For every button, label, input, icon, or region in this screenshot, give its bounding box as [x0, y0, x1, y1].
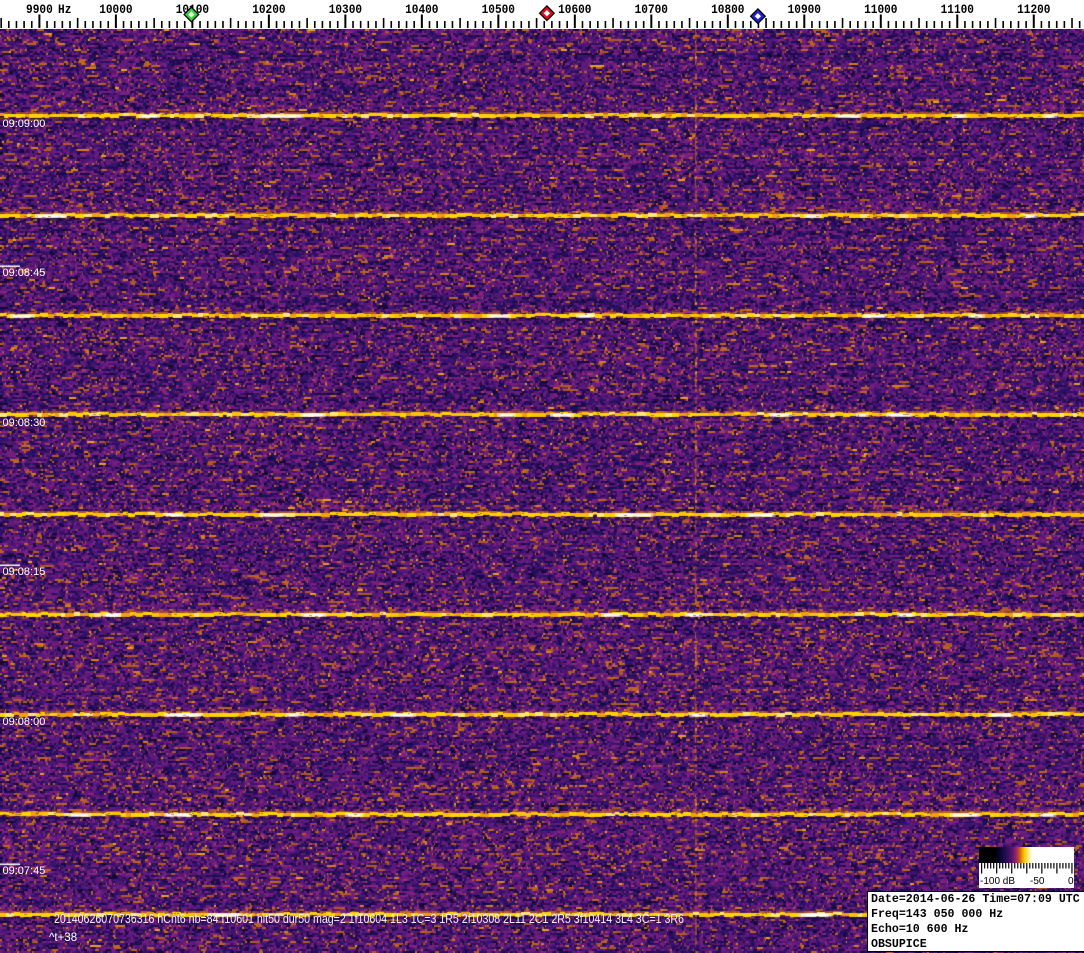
svg-text:10900: 10900 [788, 2, 822, 17]
svg-text:Hz: Hz [58, 2, 71, 17]
svg-text:10600: 10600 [558, 2, 592, 17]
svg-text:10000: 10000 [99, 2, 133, 17]
svg-text:10800: 10800 [711, 2, 745, 17]
svg-text:11000: 11000 [864, 2, 898, 17]
svg-text:10500: 10500 [482, 2, 516, 17]
svg-text:9900: 9900 [26, 2, 53, 17]
svg-text:10300: 10300 [329, 2, 363, 17]
svg-text:11200: 11200 [1017, 2, 1051, 17]
svg-text:10200: 10200 [252, 2, 286, 17]
svg-text:11100: 11100 [941, 2, 975, 17]
svg-text:10400: 10400 [405, 2, 439, 17]
svg-text:10700: 10700 [635, 2, 669, 17]
